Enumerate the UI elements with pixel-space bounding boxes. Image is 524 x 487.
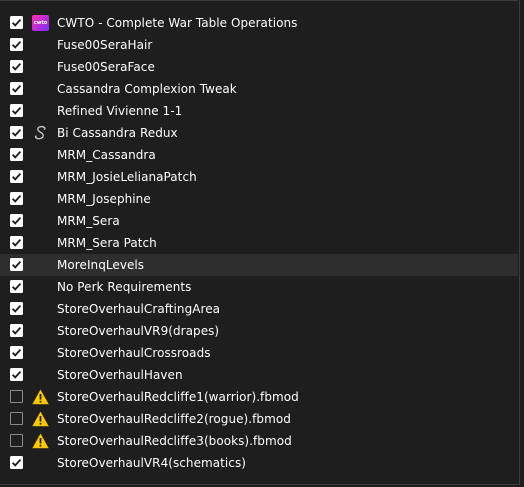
- checkbox-checked[interactable]: [10, 456, 23, 469]
- checkmark-icon: [10, 82, 23, 95]
- checkbox-checked[interactable]: [10, 236, 23, 249]
- mod-row[interactable]: MRM_Sera: [0, 210, 518, 232]
- mod-list-panel: cwto CWTO - Complete War Table Operations…: [0, 0, 520, 485]
- script-s-icon: [32, 125, 49, 141]
- checkmark-icon: [10, 368, 23, 381]
- mod-row[interactable]: MRM_Josephine: [0, 188, 518, 210]
- mod-name: MRM_Sera Patch: [57, 236, 157, 250]
- mod-row[interactable]: StoreOverhaulVR4(schematics): [0, 452, 518, 474]
- checkbox-unchecked[interactable]: [10, 412, 23, 425]
- checkbox-checked[interactable]: [10, 16, 23, 29]
- checkbox-checked[interactable]: [10, 148, 23, 161]
- mod-name: MRM_Josephine: [57, 192, 151, 206]
- mod-row[interactable]: StoreOverhaulCraftingArea: [0, 298, 518, 320]
- mod-list: cwto CWTO - Complete War Table Operations…: [0, 12, 518, 474]
- checkbox-checked[interactable]: [10, 82, 23, 95]
- mod-name: Fuse00SeraFace: [57, 60, 155, 74]
- checkbox-checked[interactable]: [10, 60, 23, 73]
- checkbox-unchecked[interactable]: [10, 434, 23, 447]
- mod-name: MRM_JosieLelianaPatch: [57, 170, 197, 184]
- mod-name: StoreOverhaulRedcliffe1(warrior).fbmod: [57, 390, 299, 404]
- checkbox-checked[interactable]: [10, 280, 23, 293]
- checkmark-icon: [10, 258, 23, 271]
- checkbox-checked[interactable]: [10, 324, 23, 337]
- mod-row[interactable]: No Perk Requirements: [0, 276, 518, 298]
- checkbox-checked[interactable]: [10, 192, 23, 205]
- checkmark-icon: [10, 236, 23, 249]
- cwto-badge: cwto: [32, 15, 49, 31]
- checkbox-checked[interactable]: [10, 302, 23, 315]
- checkmark-icon: [10, 60, 23, 73]
- mod-row[interactable]: StoreOverhaulVR9(drapes): [0, 320, 518, 342]
- mod-name: Fuse00SeraHair: [57, 38, 153, 52]
- cwto-logo-icon: cwto: [32, 15, 49, 31]
- mod-name: MoreInqLevels: [57, 258, 145, 272]
- mod-name: No Perk Requirements: [57, 280, 192, 294]
- checkbox-unchecked[interactable]: [10, 390, 23, 403]
- mod-row[interactable]: Fuse00SeraFace: [0, 56, 518, 78]
- mod-row[interactable]: Bi Cassandra Redux: [0, 122, 518, 144]
- mod-row[interactable]: StoreOverhaulRedcliffe3(books).fbmod: [0, 430, 518, 452]
- checkmark-icon: [10, 346, 23, 359]
- checkmark-icon: [10, 302, 23, 315]
- checkbox-checked[interactable]: [10, 214, 23, 227]
- checkmark-icon: [10, 214, 23, 227]
- mod-row[interactable]: StoreOverhaulHaven: [0, 364, 518, 386]
- warning-icon: [32, 389, 49, 405]
- mod-row[interactable]: MRM_Sera Patch: [0, 232, 518, 254]
- mod-row[interactable]: StoreOverhaulRedcliffe2(rogue).fbmod: [0, 408, 518, 430]
- warning-icon: [32, 411, 49, 427]
- mod-row[interactable]: StoreOverhaulRedcliffe1(warrior).fbmod: [0, 386, 518, 408]
- mod-row[interactable]: Fuse00SeraHair: [0, 34, 518, 56]
- mod-name: MRM_Cassandra: [57, 148, 156, 162]
- mod-name: StoreOverhaulRedcliffe3(books).fbmod: [57, 434, 292, 448]
- mod-name: MRM_Sera: [57, 214, 120, 228]
- mod-name: StoreOverhaulVR9(drapes): [57, 324, 220, 338]
- checkmark-icon: [10, 170, 23, 183]
- mod-name: Bi Cassandra Redux: [57, 126, 178, 140]
- mod-name: StoreOverhaulCrossroads: [57, 346, 211, 360]
- checkmark-icon: [10, 16, 23, 29]
- mod-row[interactable]: cwto CWTO - Complete War Table Operations: [0, 12, 518, 34]
- mod-name: StoreOverhaulCraftingArea: [57, 302, 221, 316]
- mod-row[interactable]: StoreOverhaulCrossroads: [0, 342, 518, 364]
- checkmark-icon: [10, 456, 23, 469]
- checkbox-checked[interactable]: [10, 368, 23, 381]
- checkmark-icon: [10, 104, 23, 117]
- mod-name: Refined Vivienne 1-1: [57, 104, 183, 118]
- mod-name: StoreOverhaulVR4(schematics): [57, 456, 246, 470]
- mod-name: StoreOverhaulHaven: [57, 368, 183, 382]
- mod-row[interactable]: MRM_Cassandra: [0, 144, 518, 166]
- mod-row[interactable]: Cassandra Complexion Tweak: [0, 78, 518, 100]
- checkmark-icon: [10, 126, 23, 139]
- checkbox-checked[interactable]: [10, 258, 23, 271]
- checkbox-checked[interactable]: [10, 170, 23, 183]
- checkmark-icon: [10, 148, 23, 161]
- checkmark-icon: [10, 324, 23, 337]
- warning-icon: [32, 433, 49, 449]
- checkmark-icon: [10, 38, 23, 51]
- mod-name: Cassandra Complexion Tweak: [57, 82, 237, 96]
- checkmark-icon: [10, 280, 23, 293]
- checkbox-checked[interactable]: [10, 126, 23, 139]
- mod-name: StoreOverhaulRedcliffe2(rogue).fbmod: [57, 412, 291, 426]
- mod-name: CWTO - Complete War Table Operations: [57, 16, 298, 30]
- mod-row[interactable]: Refined Vivienne 1-1: [0, 100, 518, 122]
- checkbox-checked[interactable]: [10, 346, 23, 359]
- checkmark-icon: [10, 192, 23, 205]
- checkbox-checked[interactable]: [10, 104, 23, 117]
- checkbox-checked[interactable]: [10, 38, 23, 51]
- mod-row[interactable]: MoreInqLevels: [0, 254, 518, 276]
- top-divider: [0, 0, 518, 1]
- mod-row[interactable]: MRM_JosieLelianaPatch: [0, 166, 518, 188]
